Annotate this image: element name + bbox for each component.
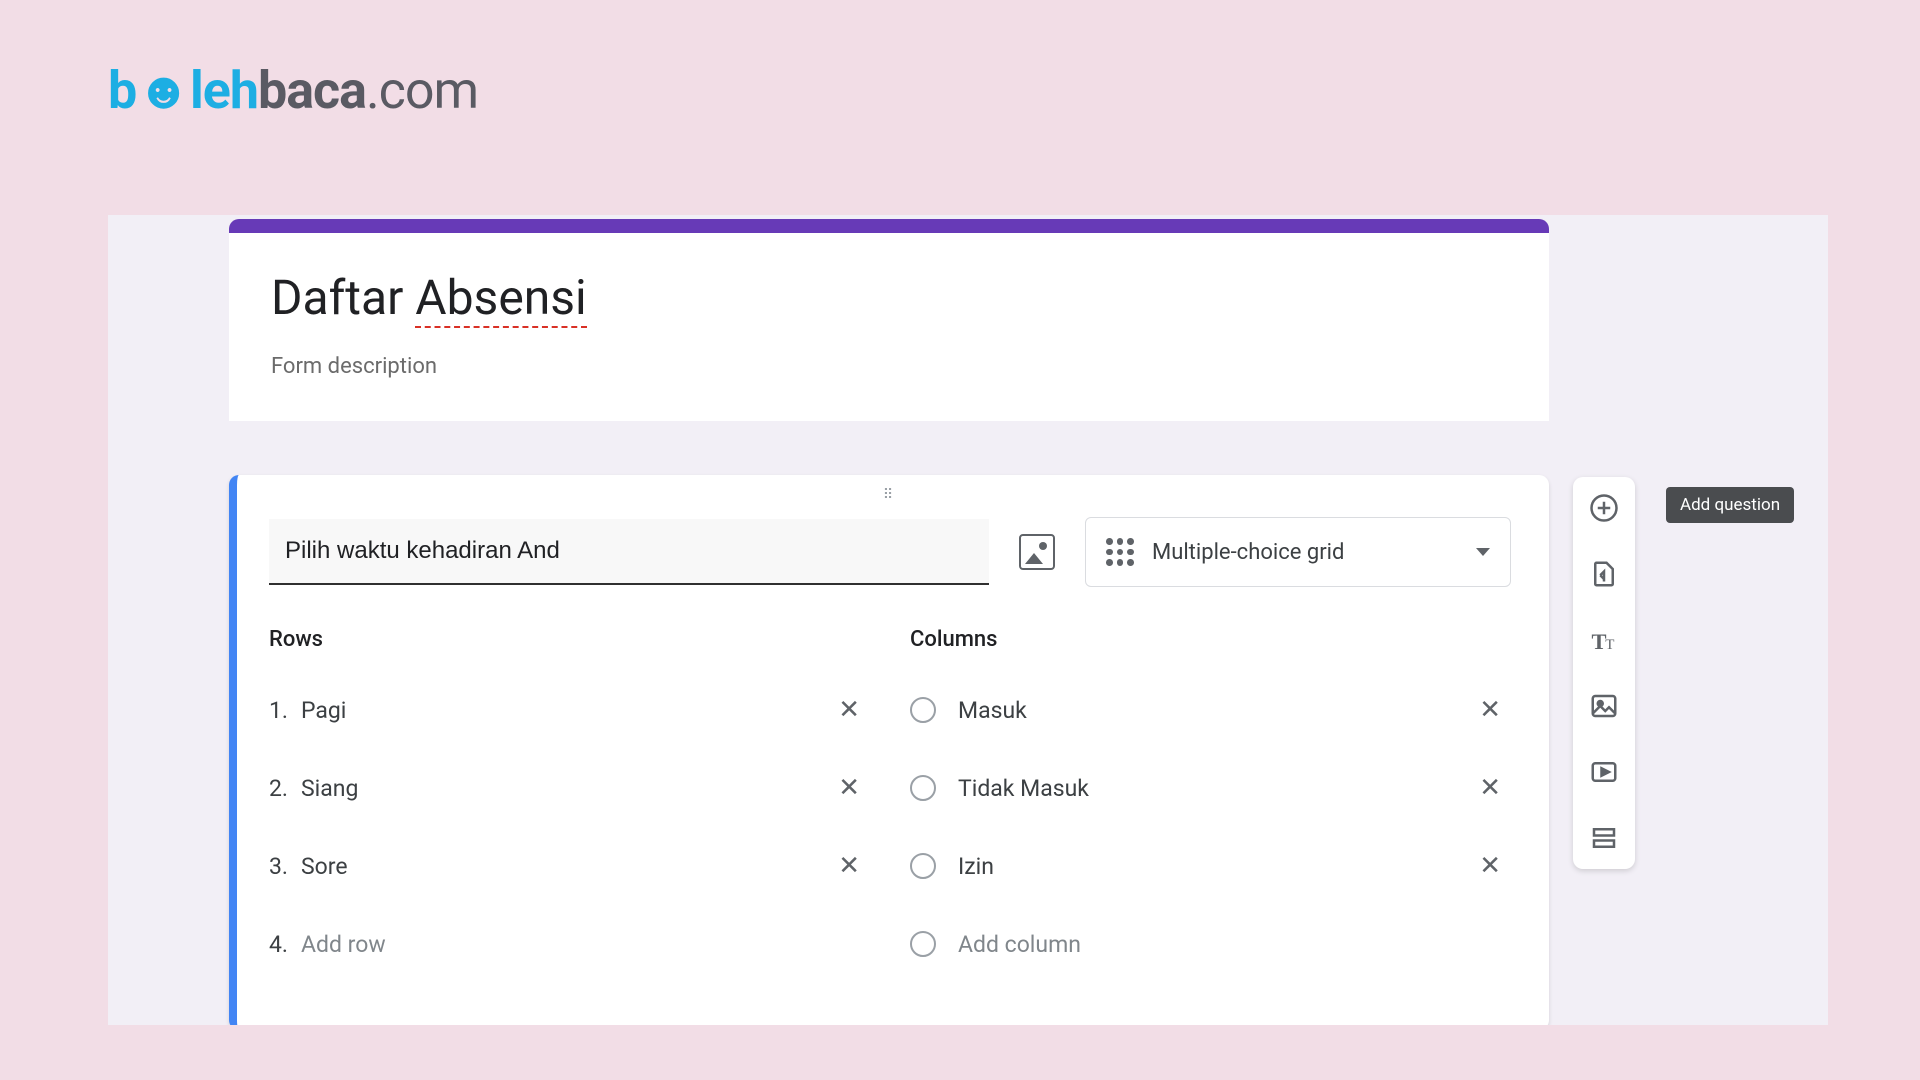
question-type-dropdown[interactable]: Multiple-choice grid [1085,517,1511,587]
chevron-down-icon [1476,548,1490,556]
columns-section: Columns Masuk ✕ Tidak Masuk ✕ Izin ✕ [910,627,1511,992]
side-toolbar: TT [1573,477,1635,869]
form-editor-workspace: Daftar Absensi Form description ⠿ Multip… [108,215,1828,1025]
row-item[interactable]: 3. Sore ✕ [269,836,870,896]
remove-column-icon[interactable]: ✕ [1469,851,1511,881]
add-video-icon[interactable] [1587,755,1621,789]
column-item[interactable]: Masuk ✕ [910,680,1511,740]
remove-column-icon[interactable]: ✕ [1469,773,1511,803]
question-type-label: Multiple-choice grid [1152,540,1344,565]
radio-icon [910,697,936,723]
rows-section: Rows 1. Pagi ✕ 2. Siang ✕ 3. Sore ✕ [269,627,870,992]
grid-icon [1106,538,1134,566]
radio-icon [910,775,936,801]
svg-text:T: T [1592,629,1607,654]
column-item[interactable]: Izin ✕ [910,836,1511,896]
row-item[interactable]: 1. Pagi ✕ [269,680,870,740]
site-logo: b☻lehbaca.com [108,60,478,121]
column-item[interactable]: Tidak Masuk ✕ [910,758,1511,818]
radio-icon [910,931,936,957]
question-title-input[interactable] [269,519,989,585]
radio-icon [910,853,936,879]
add-question-tooltip: Add question [1666,487,1794,523]
svg-text:T: T [1605,637,1614,653]
row-item[interactable]: 2. Siang ✕ [269,758,870,818]
add-question-icon[interactable] [1587,491,1621,525]
form-description-placeholder[interactable]: Form description [271,354,1507,379]
add-row-button[interactable]: 4. Add row [269,914,870,974]
columns-header: Columns [910,627,1511,652]
form-header-card[interactable]: Daftar Absensi Form description [229,219,1549,421]
question-card[interactable]: ⠿ Multiple-choice grid Rows 1. Pagi ✕ [229,475,1549,1025]
remove-row-icon[interactable]: ✕ [828,773,870,803]
add-image-icon[interactable] [1019,534,1055,570]
add-image-icon[interactable] [1587,689,1621,723]
form-title[interactable]: Daftar Absensi [271,269,1507,326]
remove-row-icon[interactable]: ✕ [828,851,870,881]
remove-row-icon[interactable]: ✕ [828,695,870,725]
rows-header: Rows [269,627,870,652]
add-title-icon[interactable]: TT [1587,623,1621,657]
add-section-icon[interactable] [1587,821,1621,855]
import-questions-icon[interactable] [1587,557,1621,591]
drag-handle-icon[interactable]: ⠿ [269,475,1511,511]
add-column-button[interactable]: Add column [910,914,1511,974]
remove-column-icon[interactable]: ✕ [1469,695,1511,725]
